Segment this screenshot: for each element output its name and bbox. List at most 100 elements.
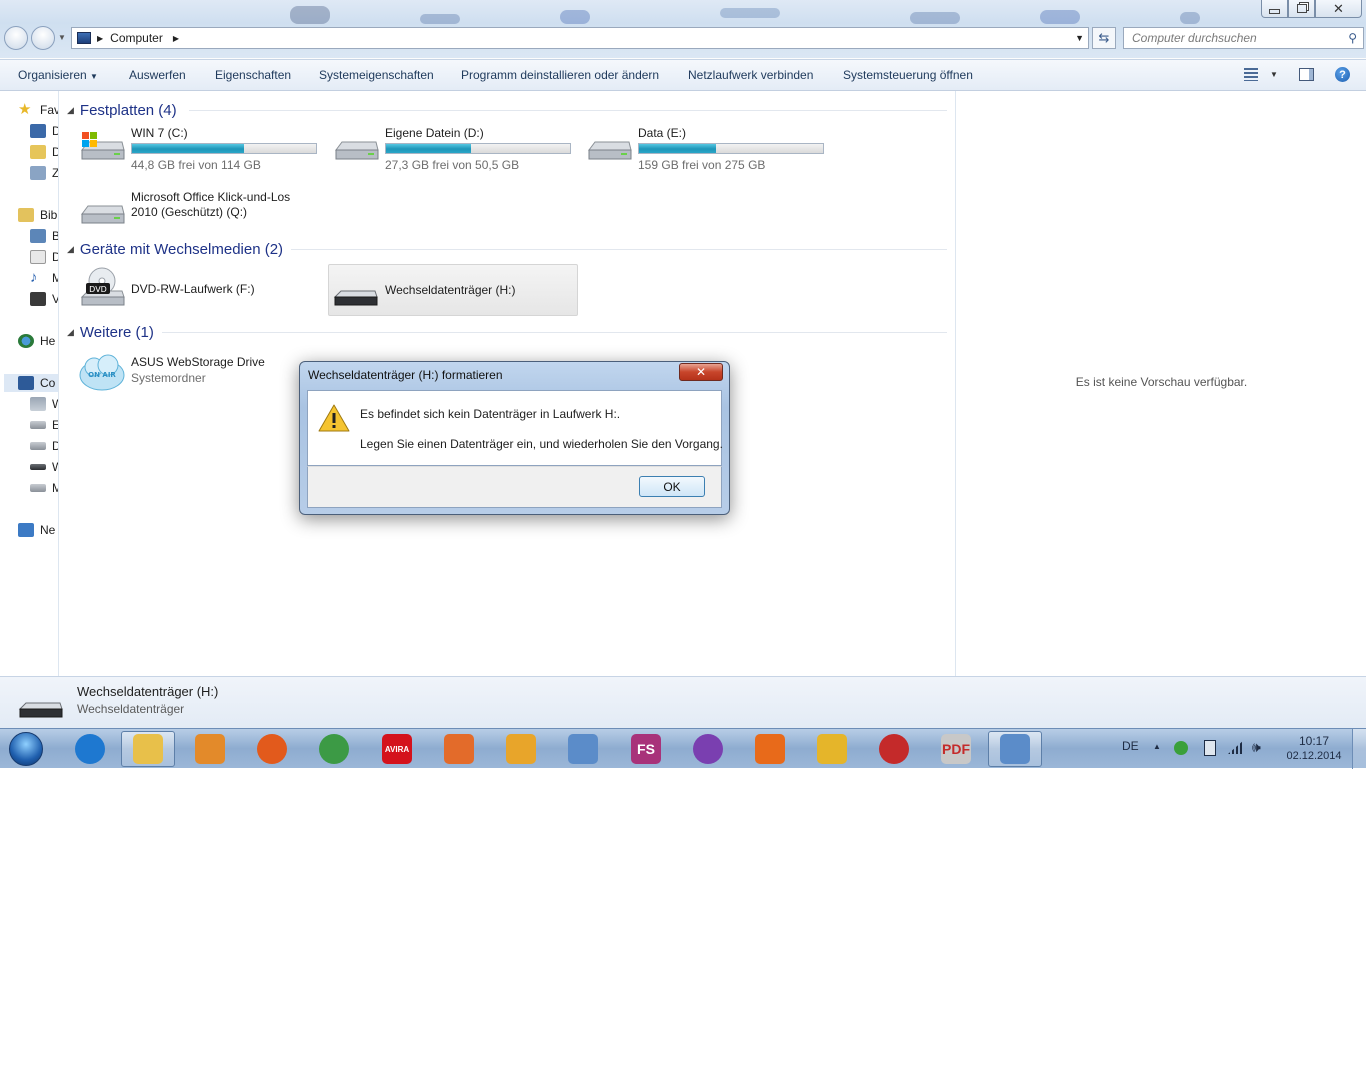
nav-drive-q[interactable]: M bbox=[30, 479, 58, 497]
show-desktop-button[interactable] bbox=[1352, 729, 1366, 769]
usage-bar-fill bbox=[132, 144, 245, 153]
taskbar-app-flame[interactable] bbox=[432, 731, 486, 767]
preview-pane-toggle[interactable] bbox=[1299, 68, 1314, 81]
music-icon: ♪ bbox=[30, 269, 38, 286]
properties-button[interactable]: Eigenschaften bbox=[215, 68, 291, 82]
search-icon: ⚲ bbox=[1348, 31, 1357, 45]
taskbar-avira[interactable]: AVIRA bbox=[370, 731, 424, 767]
uninstall-program-button[interactable]: Programm deinstallieren oder ändern bbox=[461, 68, 659, 82]
drive-icon bbox=[30, 484, 46, 492]
usage-bar-fill bbox=[639, 144, 717, 153]
libraries-icon bbox=[18, 208, 34, 222]
drive-icon bbox=[30, 442, 46, 450]
nav-libraries[interactable]: Bib bbox=[18, 206, 58, 224]
taskbar-window-app[interactable] bbox=[556, 731, 610, 767]
taskbar-chrome[interactable] bbox=[307, 731, 361, 767]
dialog-title: Wechseldatenträger (H:) formatieren bbox=[308, 368, 503, 382]
drive-f[interactable]: DVD DVD-RW-Laufwerk (F:) bbox=[78, 267, 323, 315]
taskbar-internet-explorer[interactable] bbox=[63, 731, 117, 767]
command-bar: Organisieren ▼ Auswerfen Eigenschaften S… bbox=[0, 59, 1366, 91]
nav-computer[interactable]: Co bbox=[4, 374, 58, 392]
bookmark-app-icon bbox=[755, 734, 785, 764]
nav-music[interactable]: ♪M bbox=[30, 269, 58, 287]
clock-time[interactable]: 10:17 bbox=[1285, 734, 1343, 748]
search-input[interactable]: Computer durchsuchen ⚲ bbox=[1123, 27, 1364, 49]
clock-date[interactable]: 02.12.2014 bbox=[1280, 750, 1348, 762]
taskbar-windows-explorer[interactable] bbox=[121, 731, 175, 767]
taskbar-remote-desktop[interactable] bbox=[988, 731, 1042, 767]
eject-button[interactable]: Auswerfen bbox=[129, 68, 186, 82]
usage-bar bbox=[385, 143, 571, 154]
drive-e[interactable]: Data (E:) 159 GB frei von 275 GB bbox=[585, 126, 830, 174]
taskbar-media-player[interactable] bbox=[183, 731, 237, 767]
asus-webstorage-drive[interactable]: ON AIR ASUS WebStorage Drive Systemordne… bbox=[78, 354, 323, 403]
taskbar-download-app[interactable] bbox=[867, 731, 921, 767]
drive-c[interactable]: WIN 7 (C:) 44,8 GB frei von 114 GB bbox=[78, 126, 323, 174]
language-indicator[interactable]: DE bbox=[1122, 739, 1139, 753]
help-button[interactable]: ? bbox=[1335, 67, 1350, 82]
map-network-drive-button[interactable]: Netzlaufwerk verbinden bbox=[688, 68, 813, 82]
game-app-icon bbox=[817, 734, 847, 764]
start-button[interactable] bbox=[6, 731, 46, 767]
address-bar[interactable]: ▶ Computer ▶ ▼ bbox=[71, 27, 1089, 49]
pictures-icon bbox=[30, 229, 46, 243]
group-divider bbox=[189, 110, 947, 111]
hard-drive-icon bbox=[81, 205, 125, 224]
open-control-panel-button[interactable]: Systemsteuerung öffnen bbox=[843, 68, 973, 82]
change-view-button[interactable] bbox=[1244, 68, 1258, 84]
close-window-button[interactable]: ✕ bbox=[1315, 0, 1362, 18]
removable-drive-icon bbox=[333, 290, 378, 306]
system-properties-button[interactable]: Systemeigenschaften bbox=[319, 68, 434, 82]
nav-downloads[interactable]: D bbox=[30, 143, 58, 161]
recent-pages-dropdown[interactable]: ▼ bbox=[58, 33, 66, 42]
minimize-button[interactable] bbox=[1261, 0, 1288, 18]
nav-favorites[interactable]: ★Fav bbox=[18, 101, 58, 119]
drive-h-selected[interactable]: Wechseldatenträger (H:) bbox=[328, 264, 578, 316]
drive-d[interactable]: Eigene Datein (D:) 27,3 GB frei von 50,5… bbox=[332, 126, 577, 174]
nav-documents[interactable]: D bbox=[30, 248, 58, 266]
nav-homegroup[interactable]: He bbox=[18, 332, 58, 350]
nav-desktop[interactable]: D bbox=[30, 122, 58, 140]
restore-button[interactable] bbox=[1288, 0, 1315, 18]
chevron-right-icon: ▶ bbox=[97, 33, 104, 43]
nav-drive-c[interactable]: W bbox=[30, 395, 58, 413]
forward-button[interactable] bbox=[31, 26, 55, 50]
usb-tray-icon[interactable] bbox=[1204, 740, 1216, 756]
organize-menu[interactable]: Organisieren ▼ bbox=[18, 68, 98, 82]
taskbar-pdf-app[interactable]: PDF bbox=[929, 731, 983, 767]
back-button[interactable] bbox=[4, 26, 28, 50]
nav-network[interactable]: Ne bbox=[18, 521, 58, 539]
collapse-triangle-icon: ◢ bbox=[67, 104, 74, 115]
nav-drive-h[interactable]: W bbox=[30, 458, 58, 476]
dialog-close-button[interactable]: ✕ bbox=[679, 363, 723, 381]
signal-strength-icon[interactable] bbox=[1228, 740, 1244, 754]
taskbar-outlook[interactable] bbox=[494, 731, 548, 767]
nav-videos[interactable]: V bbox=[30, 290, 58, 308]
computer-icon bbox=[77, 32, 91, 44]
drive-q[interactable]: Microsoft Office Klick-und-Los 2010 (Ges… bbox=[78, 190, 323, 230]
show-hidden-icons-button[interactable]: ▲ bbox=[1153, 742, 1161, 751]
dialog-message-2: Legen Sie einen Datenträger ein, und wie… bbox=[360, 437, 723, 451]
chevron-right-icon[interactable]: ▶ bbox=[173, 34, 179, 43]
refresh-button[interactable]: ⇆ bbox=[1092, 27, 1116, 49]
ok-button[interactable]: OK bbox=[639, 476, 705, 497]
nav-drive-d[interactable]: D bbox=[30, 437, 58, 455]
taskbar-yahoo-messenger[interactable] bbox=[681, 731, 735, 767]
group-header-hard-disks[interactable]: ◢ Festplatten (4) bbox=[67, 100, 177, 120]
nav-pictures[interactable]: B bbox=[30, 227, 58, 245]
nav-recent-places[interactable]: Z bbox=[30, 164, 58, 182]
address-dropdown-icon[interactable]: ▼ bbox=[1075, 33, 1084, 43]
nav-drive-e[interactable]: E bbox=[30, 416, 58, 434]
taskbar-game-app[interactable] bbox=[805, 731, 859, 767]
media-player-icon bbox=[195, 734, 225, 764]
on-air-badge: ON AIR bbox=[88, 371, 116, 379]
group-header-removable[interactable]: ◢ Geräte mit Wechselmedien (2) bbox=[67, 239, 283, 259]
volume-icon[interactable]: 🕪 bbox=[1252, 739, 1261, 756]
taskbar-fs-app[interactable]: FS bbox=[619, 731, 673, 767]
security-tray-icon[interactable] bbox=[1174, 741, 1188, 755]
breadcrumb-computer[interactable]: Computer bbox=[110, 31, 163, 45]
taskbar-bookmark-app[interactable] bbox=[743, 731, 797, 767]
taskbar-firefox[interactable] bbox=[245, 731, 299, 767]
view-dropdown-icon[interactable]: ▼ bbox=[1270, 70, 1278, 79]
group-header-other[interactable]: ◢ Weitere (1) bbox=[67, 322, 154, 342]
